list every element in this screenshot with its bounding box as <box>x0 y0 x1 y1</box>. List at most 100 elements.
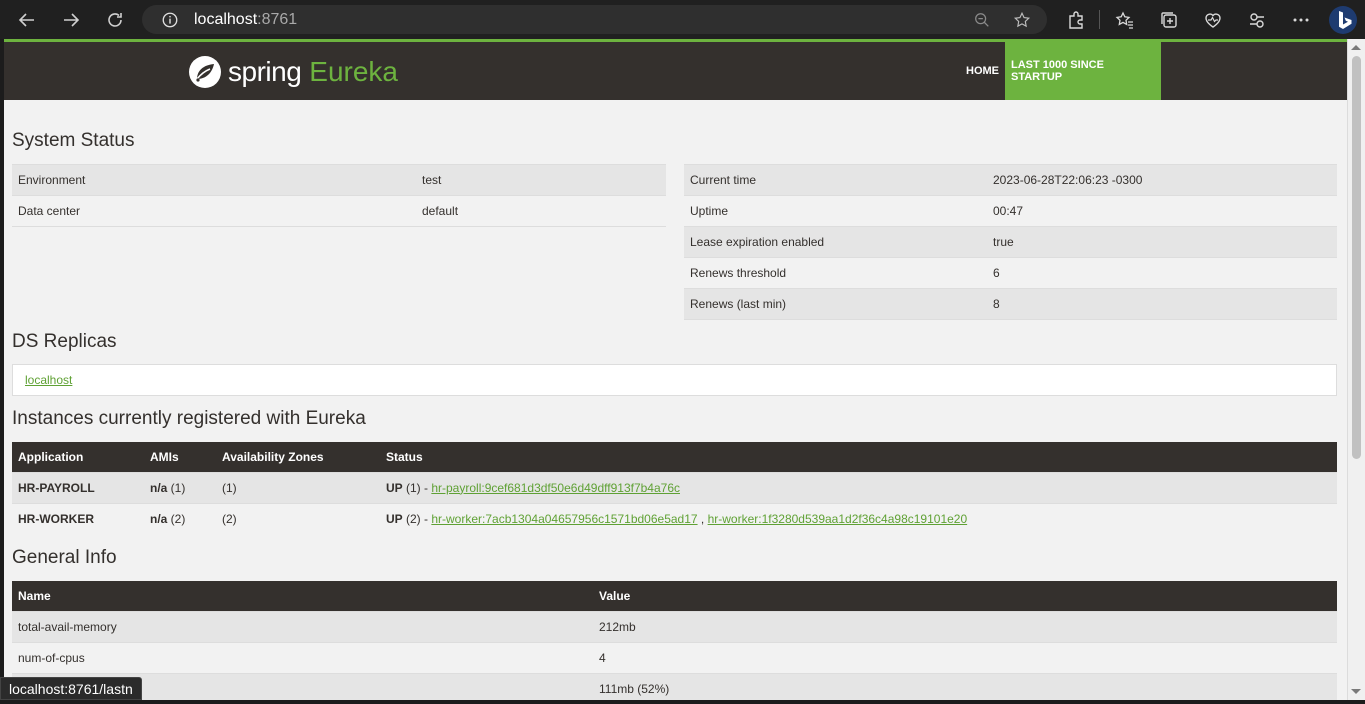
general-info-heading: General Info <box>12 547 117 568</box>
system-status-left-table: Environment test Data center default <box>12 164 666 227</box>
amis-cell: n/a (2) <box>144 502 216 534</box>
favorites-icon[interactable] <box>1114 9 1136 31</box>
general-info-table: Name Value total-avail-memory 212mb num-… <box>12 581 1337 700</box>
table-row: num-of-cpus 4 <box>12 641 1337 673</box>
ds-replicas-heading: DS Replicas <box>12 331 117 352</box>
brand-spring-text: spring <box>228 56 302 87</box>
performance-icon[interactable] <box>1246 9 1268 31</box>
system-status-heading: System Status <box>12 130 135 151</box>
uptime-label: Uptime <box>684 195 987 227</box>
table-header-row: Name Value <box>12 581 1337 611</box>
back-arrow-icon[interactable] <box>5 0 49 39</box>
table-row: HR-PAYROLL n/a (1) (1) UP (1) - hr-payro… <box>12 471 1337 503</box>
info-name: total-avail-memory <box>12 610 593 642</box>
link-separator: , <box>697 511 708 526</box>
favorite-star-icon[interactable] <box>1012 10 1032 30</box>
scroll-up-arrow-icon[interactable] <box>1351 45 1361 50</box>
table-row: HR-WORKER n/a (2) (2) UP (2) - hr-worker… <box>12 502 1337 534</box>
collections-icon[interactable] <box>1158 9 1180 31</box>
nav-home-link[interactable]: HOME <box>960 42 1005 100</box>
scroll-thumb[interactable] <box>1352 56 1361 459</box>
browser-toolbar: localhost:8761 <box>0 0 1365 39</box>
status-up: UP <box>386 480 403 495</box>
datacenter-value: default <box>416 195 666 227</box>
amis-na: n/a <box>150 511 168 526</box>
instance-link[interactable]: hr-worker:1f3280d539aa1d2f36c4a98c19101e… <box>708 512 968 526</box>
zones-cell: (1) <box>216 471 380 503</box>
spring-leaf-icon <box>189 56 221 88</box>
vertical-scrollbar[interactable] <box>1347 39 1365 700</box>
renews-threshold-label: Renews threshold <box>684 257 987 289</box>
lease-expiration-value: true <box>987 226 1337 258</box>
amis-cell: n/a (1) <box>144 471 216 503</box>
col-value: Value <box>593 581 1337 611</box>
brand[interactable]: spring Eureka <box>188 55 398 89</box>
col-availability-zones: Availability Zones <box>216 442 380 472</box>
instances-table: Application AMIs Availability Zones Stat… <box>12 442 1337 534</box>
address-bar[interactable]: localhost:8761 <box>142 5 1047 34</box>
ds-replicas-list: localhost <box>12 364 1337 396</box>
renews-last-min-label: Renews (last min) <box>684 288 987 320</box>
renews-threshold-value: 6 <box>987 257 1337 289</box>
instance-link[interactable]: hr-worker:7acb1304a04657956c1571bd06e5ad… <box>431 512 697 526</box>
table-row: Current time 2023-06-28T22:06:23 -0300 <box>684 164 1337 196</box>
lease-expiration-label: Lease expiration enabled <box>684 226 987 258</box>
table-row: Renews (last min) 8 <box>684 288 1337 320</box>
env-label: Environment <box>12 164 416 196</box>
table-row: total-avail-memory 212mb <box>12 610 1337 642</box>
info-value: 4 <box>593 641 1337 673</box>
brand-eureka-text: Eureka <box>309 56 398 87</box>
col-amis: AMIs <box>144 442 216 472</box>
app-name: HR-PAYROLL <box>12 471 144 503</box>
current-time-label: Current time <box>684 164 987 196</box>
renews-last-min-value: 8 <box>987 288 1337 320</box>
col-application: Application <box>12 442 144 472</box>
url-host: localhost <box>194 10 258 28</box>
table-header-row: Application AMIs Availability Zones Stat… <box>12 442 1337 472</box>
info-value: 111mb (52%) <box>593 672 1337 700</box>
site-info-icon[interactable] <box>160 10 180 30</box>
instance-link[interactable]: hr-payroll:9cef681d3df50e6d49dff913f7b4a… <box>431 481 680 495</box>
table-row: Lease expiration enabled true <box>684 226 1337 258</box>
page-viewport: spring Eureka HOME LAST 1000 SINCE START… <box>4 39 1347 700</box>
info-value: 212mb <box>593 610 1337 642</box>
amis-count: (2) <box>167 511 186 526</box>
app-name: HR-WORKER <box>12 502 144 534</box>
instances-heading: Instances currently registered with Eure… <box>12 408 366 429</box>
table-row: Data center default <box>12 195 666 227</box>
link-status-tooltip: localhost:8761/lastn <box>0 677 142 700</box>
nav-last-1000-link[interactable]: LAST 1000 SINCE STARTUP <box>1005 42 1161 100</box>
uptime-value: 00:47 <box>987 195 1337 227</box>
bing-copilot-icon[interactable] <box>1328 5 1358 35</box>
browser-essentials-icon[interactable] <box>1202 9 1224 31</box>
info-name: num-of-cpus <box>12 641 593 673</box>
replica-link-localhost[interactable]: localhost <box>25 373 72 387</box>
table-row: current-memory-usage 111mb (52%) <box>12 672 1337 700</box>
table-row: Renews threshold 6 <box>684 257 1337 289</box>
zones-cell: (2) <box>216 502 380 534</box>
zoom-out-icon[interactable] <box>972 10 992 30</box>
more-menu-icon[interactable] <box>1290 9 1312 31</box>
datacenter-label: Data center <box>12 195 416 227</box>
forward-arrow-icon[interactable] <box>49 0 93 39</box>
status-cell: UP (1) - hr-payroll:9cef681d3df50e6d49df… <box>380 471 1337 503</box>
toolbar-divider <box>1099 10 1100 29</box>
extensions-icon[interactable] <box>1065 9 1087 31</box>
url-port: :8761 <box>257 10 298 28</box>
status-up: UP <box>386 511 403 526</box>
status-count: (1) - <box>402 480 432 495</box>
table-row: Environment test <box>12 164 666 196</box>
refresh-icon[interactable] <box>93 0 137 39</box>
status-cell: UP (2) - hr-worker:7acb1304a04657956c157… <box>380 502 1337 534</box>
scroll-down-arrow-icon[interactable] <box>1351 689 1361 694</box>
amis-na: n/a <box>150 480 168 495</box>
status-count: (2) - <box>402 511 432 526</box>
col-name: Name <box>12 581 593 611</box>
eureka-navbar: spring Eureka HOME LAST 1000 SINCE START… <box>4 39 1347 100</box>
url-text[interactable]: localhost:8761 <box>194 11 297 29</box>
current-time-value: 2023-06-28T22:06:23 -0300 <box>987 164 1337 196</box>
system-status-right-table: Current time 2023-06-28T22:06:23 -0300 U… <box>684 164 1337 320</box>
env-value: test <box>416 164 666 196</box>
table-row: Uptime 00:47 <box>684 195 1337 227</box>
amis-count: (1) <box>167 480 186 495</box>
